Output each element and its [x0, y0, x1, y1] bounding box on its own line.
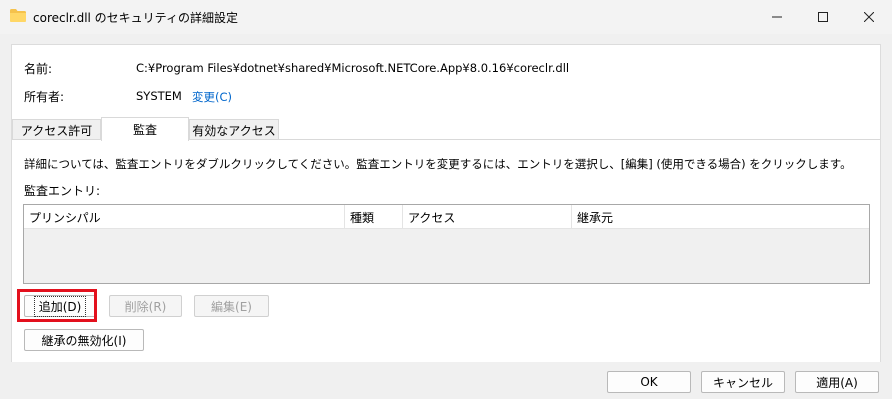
change-owner-link[interactable]: 変更(C) [192, 89, 232, 105]
column-principal[interactable]: プリンシパル [24, 205, 345, 229]
remove-button[interactable]: 削除(R) [109, 295, 182, 317]
name-label: 名前: [24, 62, 53, 76]
owner-label: 所有者: [24, 90, 65, 104]
close-icon [864, 12, 874, 22]
owner-value: SYSTEM [136, 89, 182, 103]
minimize-button[interactable] [754, 0, 800, 34]
tab-permissions[interactable]: アクセス許可 [12, 119, 101, 140]
maximize-icon [818, 12, 828, 22]
apply-button[interactable]: 適用(A) [795, 371, 879, 393]
name-value: C:¥Program Files¥dotnet¥shared¥Microsoft… [136, 61, 570, 75]
edit-button[interactable]: 編集(E) [194, 295, 269, 317]
folder-icon [10, 9, 26, 22]
close-button[interactable] [846, 0, 892, 34]
audit-entries-table[interactable]: プリンシパル 種類 アクセス 継承元 [23, 204, 870, 284]
description-text: 詳細については、監査エントリをダブルクリックしてください。監査エントリを変更する… [24, 157, 852, 171]
cancel-button[interactable]: キャンセル [701, 371, 785, 393]
tab-auditing[interactable]: 監査 [101, 117, 189, 141]
column-inherited-from[interactable]: 継承元 [572, 205, 869, 229]
title-bar: coreclr.dll のセキュリティの詳細設定 [0, 0, 892, 34]
ok-button[interactable]: OK [607, 371, 691, 393]
tab-effective-access[interactable]: 有効なアクセス [189, 119, 279, 140]
highlight-box [17, 289, 97, 322]
minimize-icon [772, 16, 782, 18]
audit-entries-label: 監査エントリ: [24, 184, 101, 198]
column-type[interactable]: 種類 [345, 205, 403, 229]
disable-inheritance-button[interactable]: 継承の無効化(I) [24, 329, 144, 351]
maximize-button[interactable] [800, 0, 846, 34]
column-access[interactable]: アクセス [403, 205, 572, 229]
table-header: プリンシパル 種類 アクセス 継承元 [24, 205, 869, 229]
window-title: coreclr.dll のセキュリティの詳細設定 [33, 11, 238, 25]
